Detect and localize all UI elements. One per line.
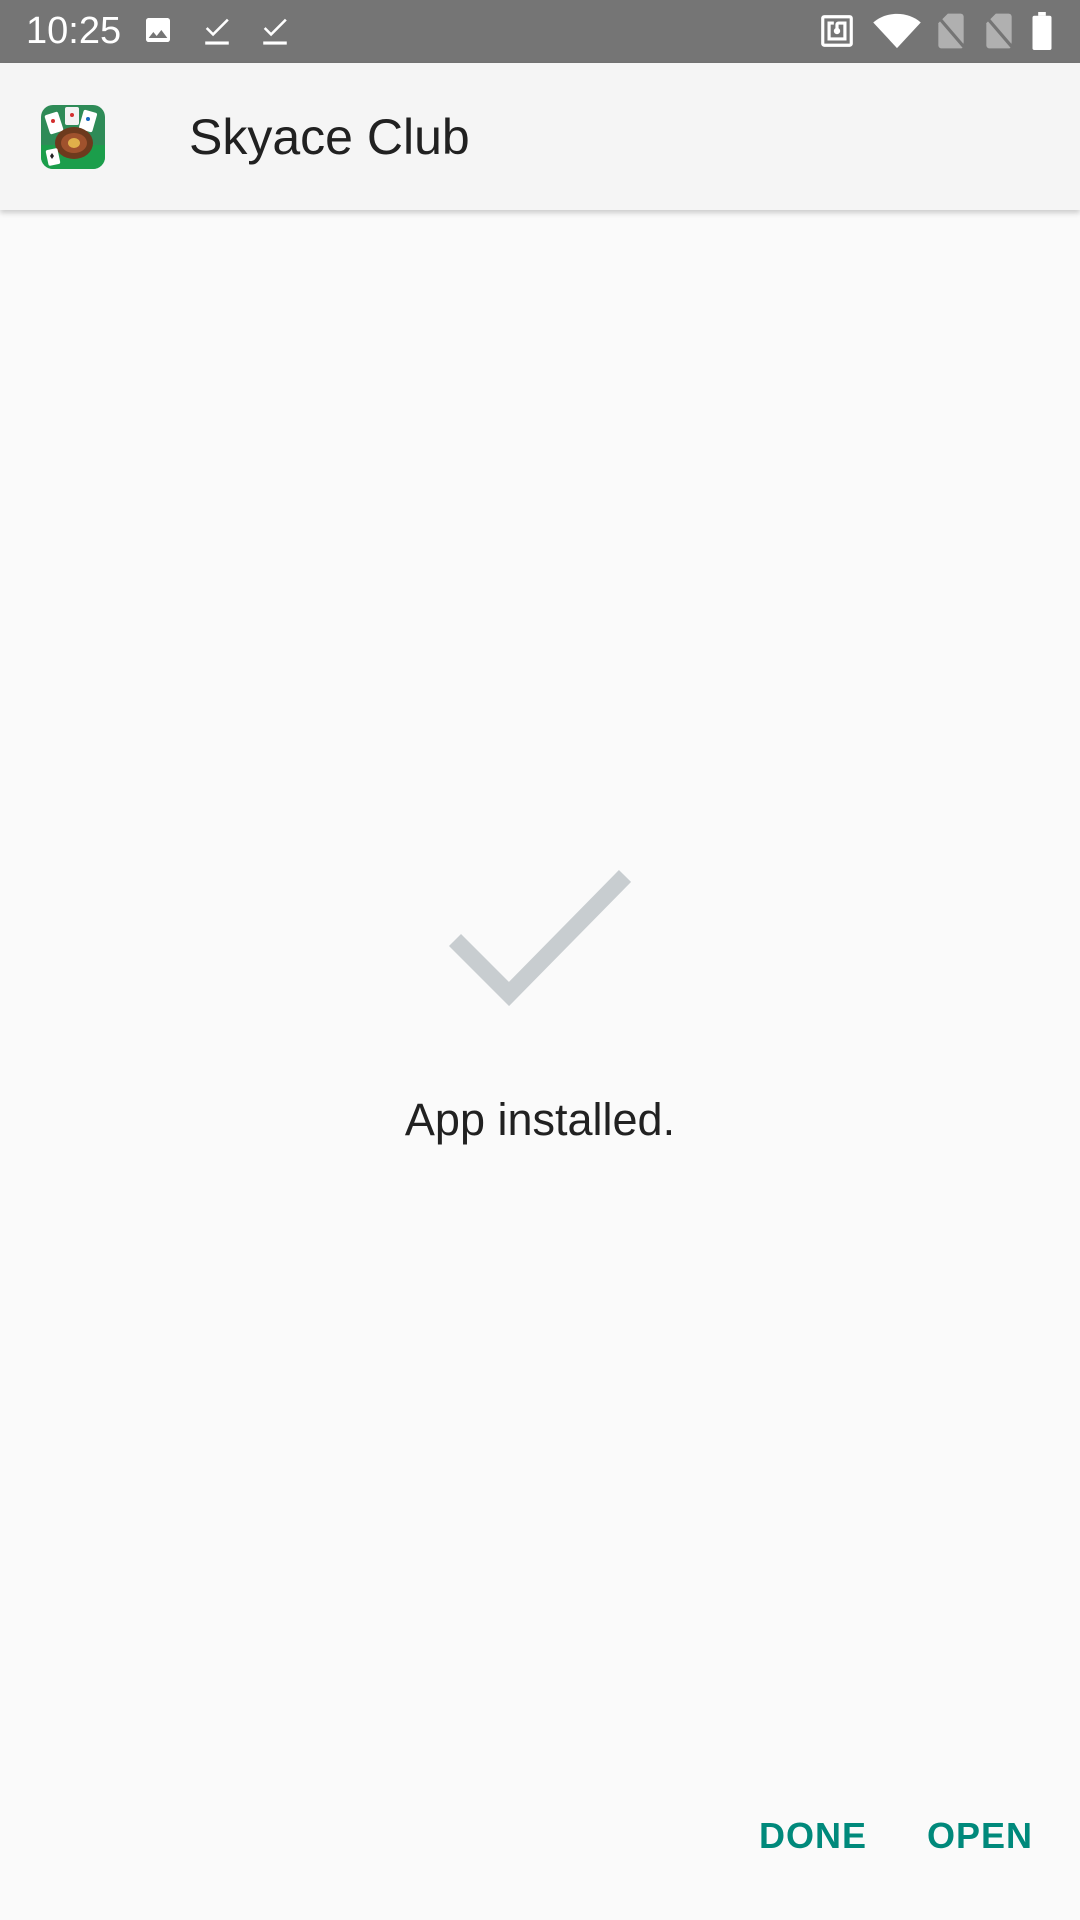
no-sim-icon bbox=[934, 12, 968, 50]
image-icon bbox=[142, 14, 174, 50]
install-status-message: App installed. bbox=[404, 1094, 676, 1145]
skyace-club-app-icon bbox=[41, 105, 105, 169]
app-title: Skyace Club bbox=[189, 109, 470, 165]
done-button[interactable]: DONE bbox=[759, 1808, 867, 1864]
check-icon bbox=[201, 14, 233, 50]
check-icon bbox=[259, 14, 291, 50]
status-bar: 10:25 bbox=[0, 0, 1080, 63]
no-sim-icon bbox=[982, 12, 1016, 50]
checkmark-icon bbox=[448, 862, 632, 1007]
status-time: 10:25 bbox=[26, 10, 122, 52]
battery-icon bbox=[1032, 12, 1052, 50]
wifi-icon bbox=[872, 12, 922, 49]
nfc-icon bbox=[818, 12, 856, 48]
open-button[interactable]: OPEN bbox=[927, 1808, 1033, 1864]
app-bar: Skyace Club bbox=[0, 63, 1080, 210]
